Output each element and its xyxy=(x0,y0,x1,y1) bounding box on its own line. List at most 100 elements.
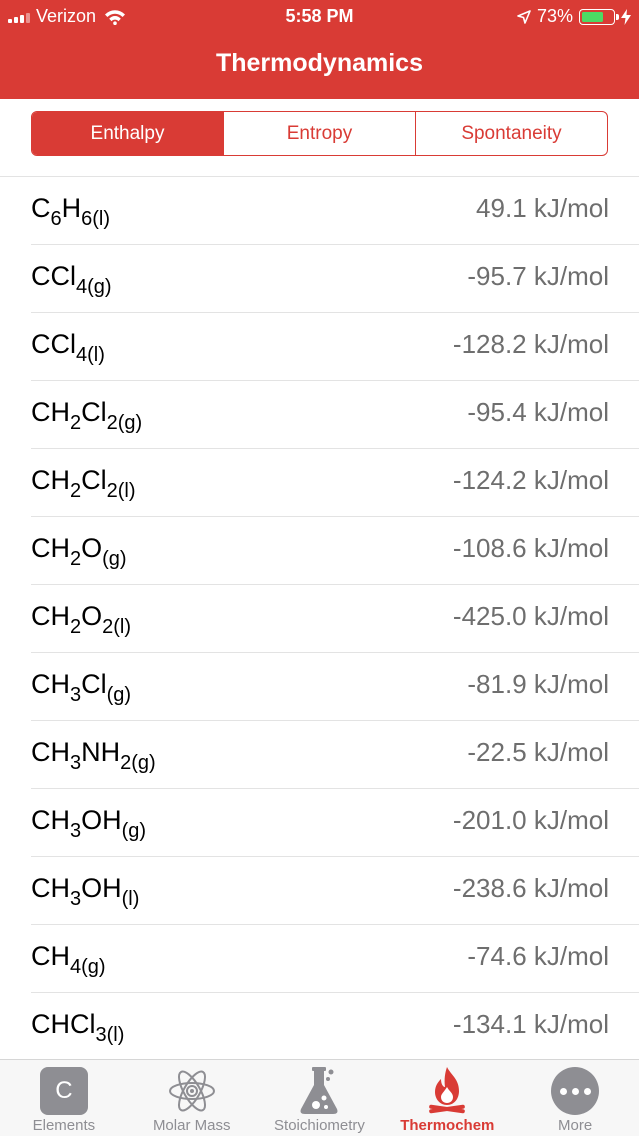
enthalpy-value: -95.4 kJ/mol xyxy=(467,397,609,427)
formula-subscript: 2(g) xyxy=(120,752,156,774)
enthalpy-list: C6H6(l) 49.1 kJ/mol CCl4(g) -95.7 kJ/mol CCl… xyxy=(0,176,639,1061)
tab-elements[interactable]: C Elements xyxy=(0,1060,128,1136)
list-item[interactable]: CH2Cl2(l) -124.2 kJ/mol xyxy=(31,449,639,517)
formula-subscript: 2 xyxy=(70,412,82,434)
formula-text: CH xyxy=(31,465,70,495)
segment-spontaneity[interactable]: Spontaneity xyxy=(415,112,607,155)
formula-text: O xyxy=(81,601,103,631)
compound-formula: CHCl3(l) xyxy=(31,1009,124,1045)
formula-text: CCl xyxy=(31,261,76,291)
formula-text: CH xyxy=(31,805,70,835)
more-icon xyxy=(550,1065,600,1117)
compound-formula: CCl4(l) xyxy=(31,329,105,365)
formula-text: CH xyxy=(31,601,70,631)
list-item[interactable]: CH2O(g) -108.6 kJ/mol xyxy=(31,517,639,585)
formula-subscript: 2 xyxy=(70,616,82,638)
formula-text: O xyxy=(81,533,103,563)
formula-text: OH xyxy=(81,873,122,903)
compound-formula: CH2Cl2(g) xyxy=(31,397,142,433)
formula-subscript: (g) xyxy=(102,548,127,570)
formula-subscript: 3 xyxy=(70,752,82,774)
status-bar: Verizon 5:58 PM 73% xyxy=(0,0,639,34)
enthalpy-value: -74.6 kJ/mol xyxy=(467,941,609,971)
atom-icon xyxy=(167,1065,217,1117)
tab-label: More xyxy=(557,1117,593,1134)
list-item[interactable]: CCl4(l) -128.2 kJ/mol xyxy=(31,313,639,381)
formula-subscript: 6 xyxy=(50,208,62,230)
tab-thermochem[interactable]: Thermochem xyxy=(383,1060,511,1136)
enthalpy-value: -134.1 kJ/mol xyxy=(452,1009,609,1039)
formula-subscript: 6(l) xyxy=(81,208,111,230)
enthalpy-value: -238.6 kJ/mol xyxy=(452,873,609,903)
segmented-control: Enthalpy Entropy Spontaneity xyxy=(31,111,608,156)
formula-text: CH xyxy=(31,669,70,699)
compound-formula: CH3OH(g) xyxy=(31,805,146,841)
list-item[interactable]: C6H6(l) 49.1 kJ/mol xyxy=(31,177,639,245)
formula-text: Cl xyxy=(81,397,107,427)
formula-text: CHCl xyxy=(31,1009,96,1039)
formula-text: H xyxy=(61,193,82,223)
enthalpy-value: -81.9 kJ/mol xyxy=(467,669,609,699)
flame-icon xyxy=(422,1065,472,1117)
segment-entropy[interactable]: Entropy xyxy=(223,112,415,155)
compound-formula: CH2O2(l) xyxy=(31,601,131,637)
enthalpy-value: -22.5 kJ/mol xyxy=(467,737,609,767)
tab-bar: C Elements Molar Mass Stoichiometry Ther… xyxy=(0,1059,639,1136)
enthalpy-value: 49.1 kJ/mol xyxy=(476,193,609,223)
formula-subscript: 2(g) xyxy=(106,412,143,434)
formula-text: Cl xyxy=(81,465,107,495)
formula-text: OH xyxy=(81,805,122,835)
tab-more[interactable]: More xyxy=(511,1060,639,1136)
formula-subscript: 2 xyxy=(70,548,82,570)
list-item[interactable]: CH2O2(l) -425.0 kJ/mol xyxy=(31,585,639,653)
flask-icon xyxy=(294,1065,344,1117)
tab-molar-mass[interactable]: Molar Mass xyxy=(128,1060,256,1136)
compound-formula: CH4(g) xyxy=(31,941,106,977)
list-item[interactable]: CH4(g) -74.6 kJ/mol xyxy=(31,925,639,993)
formula-subscript: 3 xyxy=(70,820,82,842)
formula-subscript: 4(l) xyxy=(76,344,105,366)
compound-formula: CH3Cl(g) xyxy=(31,669,131,705)
compound-formula: CH3OH(l) xyxy=(31,873,139,909)
formula-text: CH xyxy=(31,737,70,767)
battery-icon xyxy=(579,8,619,25)
tab-label: Elements xyxy=(32,1117,96,1134)
formula-subscript: 4(g) xyxy=(70,956,106,978)
tab-stoichiometry[interactable]: Stoichiometry xyxy=(256,1060,384,1136)
tab-label: Thermochem xyxy=(400,1117,495,1134)
battery-fill xyxy=(582,11,604,22)
elements-icon: C xyxy=(39,1065,89,1117)
enthalpy-value: -108.6 kJ/mol xyxy=(452,533,609,563)
formula-subscript: (l) xyxy=(121,888,140,910)
enthalpy-value: -201.0 kJ/mol xyxy=(452,805,609,835)
formula-subscript: 3 xyxy=(70,888,82,910)
formula-text: C xyxy=(31,193,51,223)
formula-text: CCl xyxy=(31,329,76,359)
formula-text: CH xyxy=(31,873,70,903)
segment-enthalpy[interactable]: Enthalpy xyxy=(32,112,223,155)
formula-text: CH xyxy=(31,397,70,427)
list-item[interactable]: CHCl3(l) -134.1 kJ/mol xyxy=(31,993,639,1061)
formula-subscript: 2(l) xyxy=(106,480,136,502)
enthalpy-value: -95.7 kJ/mol xyxy=(467,261,609,291)
list-item[interactable]: CH3Cl(g) -81.9 kJ/mol xyxy=(31,653,639,721)
tab-label: Stoichiometry xyxy=(274,1117,365,1134)
tab-label: Molar Mass xyxy=(152,1117,231,1134)
charging-bolt-icon xyxy=(621,8,631,25)
enthalpy-value: -128.2 kJ/mol xyxy=(452,329,609,359)
formula-text: Cl xyxy=(81,669,107,699)
list-item[interactable]: CH3OH(l) -238.6 kJ/mol xyxy=(31,857,639,925)
list-item[interactable]: CH3NH2(g) -22.5 kJ/mol xyxy=(31,721,639,789)
formula-subscript: 3(l) xyxy=(95,1024,125,1046)
list-item[interactable]: CCl4(g) -95.7 kJ/mol xyxy=(31,245,639,313)
formula-subscript: 2(l) xyxy=(102,616,132,638)
formula-subscript: (g) xyxy=(106,684,132,706)
battery-percent: 73% xyxy=(536,6,573,26)
compound-formula: C6H6(l) xyxy=(31,193,110,229)
formula-text: CH xyxy=(31,533,70,563)
list-item[interactable]: CH3OH(g) -201.0 kJ/mol xyxy=(31,789,639,857)
formula-subscript: (g) xyxy=(121,820,147,842)
compound-formula: CH2Cl2(l) xyxy=(31,465,136,501)
formula-subscript: 4(g) xyxy=(76,276,112,298)
list-item[interactable]: CH2Cl2(g) -95.4 kJ/mol xyxy=(31,381,639,449)
